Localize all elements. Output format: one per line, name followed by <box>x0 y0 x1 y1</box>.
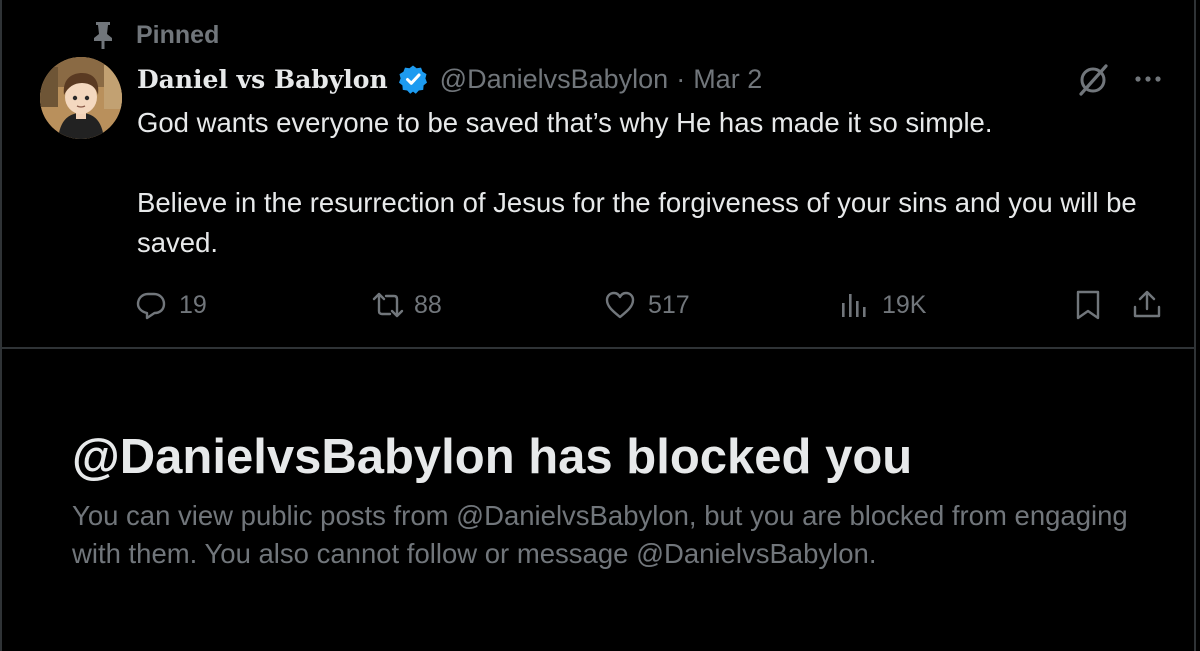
bookmark-icon <box>1076 290 1100 320</box>
author-handle[interactable]: @DanielvsBabylon <box>440 64 669 95</box>
pinned-label: Pinned <box>136 20 220 49</box>
repost-count: 88 <box>414 290 442 319</box>
repost-icon <box>372 292 404 318</box>
pinned-indicator: Pinned <box>90 18 219 52</box>
views-button[interactable]: 19K <box>838 280 926 330</box>
repost-button[interactable]: 88 <box>370 280 442 330</box>
share-button[interactable] <box>1131 280 1175 330</box>
header-separator: · <box>676 63 686 94</box>
reply-count: 19 <box>179 290 207 319</box>
more-options-icon[interactable] <box>1130 64 1166 94</box>
author-display-name[interactable]: Daniel vs Babylon <box>137 65 388 94</box>
bookmark-button[interactable] <box>1072 280 1116 330</box>
post-actions: 19 88 517 19K <box>2 280 1198 330</box>
grok-icon[interactable] <box>1075 62 1111 98</box>
post-header: Daniel vs Babylon @DanielvsBabylon · Mar… <box>137 58 762 100</box>
reply-icon <box>136 292 166 320</box>
post-date[interactable]: Mar 2 <box>693 64 762 95</box>
like-button[interactable]: 517 <box>604 280 690 330</box>
pin-icon <box>90 20 116 50</box>
views-icon <box>842 294 866 317</box>
reply-button[interactable]: 19 <box>135 280 207 330</box>
verified-badge-icon[interactable] <box>398 64 428 94</box>
blocked-description: You can view public posts from @Danielvs… <box>72 500 1128 569</box>
post-paragraph: Believe in the resurrection of Jesus for… <box>137 187 1137 258</box>
views-count: 19K <box>882 290 927 319</box>
like-count: 517 <box>648 290 690 319</box>
blocked-notice: @DanielvsBabylon has blocked you You can… <box>0 349 1196 651</box>
post-text: God wants everyone to be saved that’s wh… <box>137 103 1167 263</box>
blocked-title: @DanielvsBabylon has blocked you <box>72 430 913 484</box>
heart-icon <box>605 291 635 319</box>
share-icon <box>1133 290 1161 318</box>
avatar[interactable] <box>40 57 122 139</box>
pinned-post[interactable]: Pinned Daniel vs Babylon @DanielvsBabylo… <box>0 0 1196 349</box>
post-paragraph: God wants everyone to be saved that’s wh… <box>137 107 993 138</box>
